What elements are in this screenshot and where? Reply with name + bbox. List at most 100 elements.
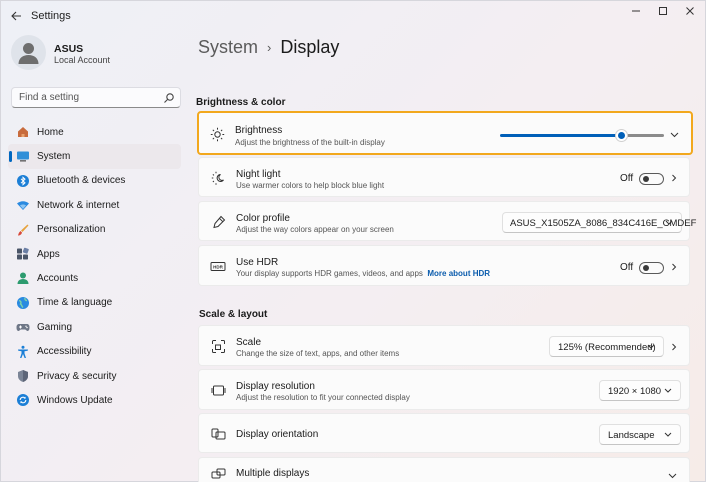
system-icon (16, 149, 30, 163)
orientation-dropdown[interactable]: Landscape (599, 424, 681, 445)
section-title-scale-layout: Scale & layout (199, 309, 268, 320)
app-title: Settings (31, 10, 71, 22)
hdr-icon: HDR (210, 258, 226, 274)
sidebar-item-windows-update[interactable]: Windows Update (8, 388, 181, 412)
chevron-down-icon (647, 344, 655, 349)
multiple-displays-title: Multiple displays (236, 468, 310, 479)
brightness-card: Brightness Adjust the brightness of the … (197, 111, 693, 155)
breadcrumb: System › Display (198, 37, 339, 58)
brightness-title: Brightness (235, 125, 283, 136)
minimize-button[interactable] (625, 4, 647, 18)
color-profile-title: Color profile (236, 213, 290, 224)
chevron-down-icon[interactable] (668, 473, 677, 479)
orientation-value: Landscape (608, 430, 655, 441)
hdr-card[interactable]: HDR Use HDR Your display supports HDR ga… (198, 245, 690, 286)
account-type: Local Account (54, 55, 111, 65)
color-profile-icon (210, 214, 226, 230)
scale-card[interactable]: Scale Change the size of text, apps, and… (198, 325, 690, 366)
close-icon (686, 7, 694, 15)
orientation-icon (210, 426, 226, 442)
sidebar-item-label: Gaming (37, 321, 73, 333)
sidebar-item-accessibility[interactable]: Accessibility (8, 340, 181, 364)
page-title: Display (280, 37, 340, 57)
selection-indicator (9, 151, 12, 163)
sidebar-item-label: Time & language (37, 297, 113, 309)
orientation-title: Display orientation (236, 429, 319, 440)
close-button[interactable] (679, 4, 701, 18)
display-orientation-card: Display orientation Landscape (198, 413, 690, 453)
user-name: ASUS (54, 43, 84, 55)
shield-icon (16, 369, 30, 383)
scale-value: 125% (Recommended) (558, 342, 656, 353)
search-placeholder: Find a setting (19, 92, 80, 103)
sidebar-item-network[interactable]: Network & internet (8, 193, 181, 217)
sidebar-item-bluetooth[interactable]: Bluetooth & devices (8, 169, 181, 193)
display-resolution-card: Display resolution Adjust the resolution… (198, 369, 690, 410)
resolution-dropdown[interactable]: 1920 × 1080 (599, 380, 681, 401)
search-input[interactable]: Find a setting (11, 87, 181, 108)
sidebar-nav: Home System Bluetooth & devices Network … (8, 120, 181, 413)
sidebar-item-label: Apps (37, 248, 60, 260)
color-profile-dropdown[interactable]: ASUS_X1505ZA_8086_834C416E_CMDEF (502, 212, 696, 233)
resolution-value: 1920 × 1080 (608, 386, 662, 397)
sidebar-item-label: Windows Update (37, 394, 113, 406)
title-bar: Settings (0, 0, 706, 30)
apps-icon (16, 247, 30, 261)
sidebar-item-home[interactable]: Home (8, 120, 181, 144)
user-icon (18, 43, 39, 64)
more-about-hdr-link[interactable]: More about HDR (427, 269, 490, 278)
night-light-icon (210, 170, 226, 186)
resolution-title: Display resolution (236, 381, 315, 392)
night-light-state: Off (620, 173, 634, 184)
sidebar-item-apps[interactable]: Apps (8, 242, 181, 266)
bluetooth-icon (16, 174, 30, 188)
brightness-subtitle: Adjust the brightness of the built-in di… (235, 138, 385, 147)
chevron-down-icon (665, 220, 673, 225)
sidebar-item-accounts[interactable]: Accounts (8, 266, 181, 290)
chevron-down-icon[interactable] (670, 132, 679, 138)
color-profile-subtitle: Adjust the way colors appear on your scr… (236, 225, 394, 234)
sidebar-item-label: Accessibility (37, 346, 92, 358)
sidebar-item-gaming[interactable]: Gaming (8, 315, 181, 339)
slider-thumb[interactable] (615, 129, 628, 142)
resolution-icon (210, 382, 226, 398)
minimize-icon (632, 10, 640, 12)
night-light-title: Night light (236, 169, 281, 180)
sidebar-item-privacy-security[interactable]: Privacy & security (8, 364, 181, 388)
toggle-knob (643, 265, 649, 271)
maximize-icon (659, 7, 667, 15)
multiple-displays-card[interactable]: Multiple displays (198, 457, 690, 482)
chevron-down-icon (664, 432, 672, 437)
avatar[interactable] (11, 35, 46, 70)
back-button[interactable] (8, 8, 24, 24)
chevron-right-icon (672, 263, 677, 271)
sidebar-item-time-language[interactable]: Time & language (8, 291, 181, 315)
breadcrumb-parent[interactable]: System (198, 37, 258, 58)
sidebar-item-label: System (37, 151, 71, 163)
sidebar-item-system[interactable]: System (8, 144, 181, 169)
scale-dropdown[interactable]: 125% (Recommended) (549, 336, 664, 357)
sidebar-item-label: Bluetooth & devices (37, 175, 126, 187)
sidebar-item-label: Privacy & security (37, 370, 117, 382)
section-title-brightness-color: Brightness & color (196, 97, 286, 108)
hdr-subtitle: Your display supports HDR games, videos,… (236, 269, 490, 278)
back-arrow-icon (10, 11, 21, 21)
night-light-toggle[interactable] (639, 173, 664, 185)
search-icon (164, 93, 174, 103)
night-light-card[interactable]: Night light Use warmer colors to help bl… (198, 157, 690, 197)
chevron-down-icon (664, 388, 672, 393)
slider-track (627, 134, 664, 137)
hdr-toggle[interactable] (639, 262, 664, 274)
maximize-button[interactable] (652, 4, 674, 18)
hdr-subtitle-text: Your display supports HDR games, videos,… (236, 269, 423, 278)
brush-icon (16, 223, 30, 237)
sidebar-item-label: Accounts (37, 273, 79, 285)
multiple-displays-icon (210, 467, 226, 482)
sidebar-item-label: Home (37, 126, 64, 138)
brightness-slider[interactable] (500, 129, 664, 142)
sidebar-item-label: Network & internet (37, 199, 120, 211)
sidebar-item-personalization[interactable]: Personalization (8, 218, 181, 242)
scale-subtitle: Change the size of text, apps, and other… (236, 349, 400, 358)
wifi-icon (16, 198, 30, 212)
hdr-title: Use HDR (236, 257, 279, 268)
